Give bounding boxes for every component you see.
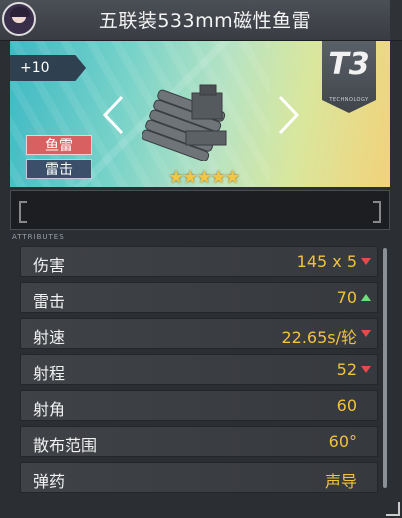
- enhance-level-badge: +10: [10, 55, 86, 81]
- stat-value: 60°: [328, 432, 357, 451]
- increase-arrow-icon: [361, 294, 371, 301]
- stat-row-range: 射程 52: [20, 354, 378, 385]
- tier-caption: TECHNOLOGY: [329, 97, 369, 103]
- tag-torpedo: 鱼雷: [26, 135, 92, 155]
- stat-value: 145 x 5: [296, 252, 357, 271]
- stat-row-spread: 散布范围 60°: [20, 426, 378, 457]
- tag-torpedo-attack: 雷击: [26, 159, 92, 179]
- decrease-arrow-icon: [361, 258, 371, 265]
- torpedo-launcher-icon: [142, 84, 227, 161]
- bracket-left-icon: [19, 201, 27, 223]
- stat-value: 声导: [324, 472, 357, 491]
- stat-name: 射程: [33, 364, 66, 383]
- decrease-arrow-icon: [361, 366, 371, 373]
- attributes-section-label: ATTRIBUTES: [12, 233, 65, 241]
- stat-name: 雷击: [33, 292, 66, 311]
- equipment-header: 五联装533mm磁性鱼雷: [0, 0, 402, 41]
- commander-avatar[interactable]: [2, 2, 36, 36]
- stat-value: 70: [336, 288, 357, 307]
- stat-value: 22.65s/轮: [281, 328, 357, 347]
- equipment-banner: +10 T3 TECHNOLOGY 鱼雷 雷击 ★★★★★: [10, 41, 390, 187]
- scroll-thumb[interactable]: [383, 248, 387, 488]
- header-corner: [390, 0, 402, 40]
- stat-name: 射速: [33, 328, 66, 347]
- chevron-left-icon[interactable]: [102, 95, 124, 135]
- bracket-right-icon: [373, 201, 381, 223]
- stats-list: 伤害 145 x 5 雷击 70 射速 22.65s/轮 射程 52 射角 60…: [20, 246, 380, 500]
- corner-bracket-icon: [386, 502, 400, 516]
- stat-row-damage: 伤害 145 x 5: [20, 246, 378, 277]
- chevron-right-icon[interactable]: [278, 95, 300, 135]
- stat-name: 弹药: [33, 472, 66, 491]
- stat-row-reload: 射速 22.65s/轮: [20, 318, 378, 349]
- description-box: [10, 190, 390, 230]
- stat-value: 60: [336, 396, 357, 415]
- stat-row-torpedo: 雷击 70: [20, 282, 378, 313]
- stat-name: 散布范围: [33, 436, 98, 455]
- stat-row-ammo: 弹药 声导: [20, 462, 378, 493]
- tier-label: T3: [328, 47, 370, 82]
- stat-name: 射角: [33, 400, 66, 419]
- decrease-arrow-icon: [361, 330, 371, 337]
- rarity-stars: ★★★★★: [168, 167, 241, 187]
- equipment-title: 五联装533mm磁性鱼雷: [98, 10, 312, 32]
- stat-row-angle: 射角 60: [20, 390, 378, 421]
- stat-value: 52: [336, 360, 357, 379]
- stats-scrollbar[interactable]: [383, 248, 387, 488]
- stat-name: 伤害: [33, 256, 66, 275]
